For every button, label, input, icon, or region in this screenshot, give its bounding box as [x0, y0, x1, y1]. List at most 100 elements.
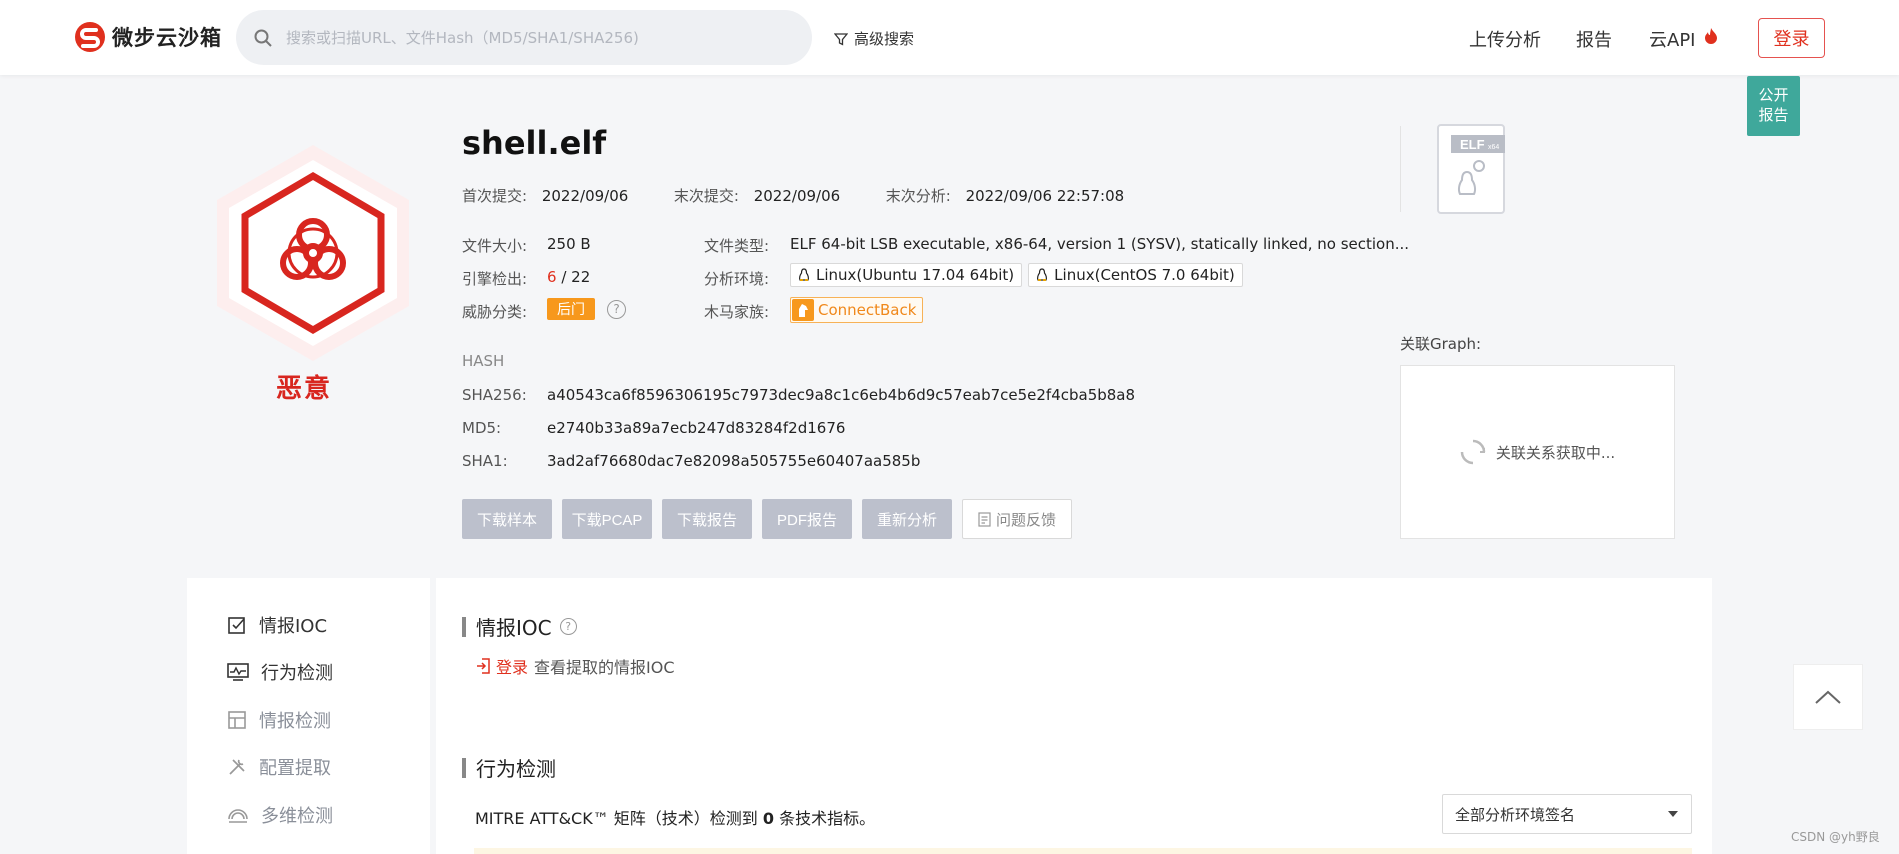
public-report-line2: 报告: [1758, 106, 1789, 124]
section-accent-bar: [462, 616, 466, 637]
public-report-line1: 公开: [1758, 86, 1789, 104]
sidebar-item-multidim[interactable]: 多维检测: [227, 802, 333, 828]
pdf-report-button[interactable]: PDF报告: [762, 499, 852, 539]
search-icon: [254, 29, 272, 47]
tools-icon: [229, 759, 245, 775]
mitre-count: 0: [762, 809, 775, 828]
layout-icon: [228, 711, 246, 729]
sidebar-item-intel[interactable]: 情报检测: [227, 707, 331, 733]
behavior-section-title-text: 行为检测: [476, 757, 556, 781]
section-sidebar: 情报IOC 行为检测 情报检测 配置提取 多维检测: [187, 578, 430, 854]
env-tag-centos[interactable]: Linux(CentOS 7.0 64bit): [1028, 263, 1243, 287]
filter-icon: [834, 32, 848, 46]
search-input[interactable]: [286, 28, 786, 47]
env-signature-select[interactable]: 全部分析环境签名: [1442, 794, 1692, 834]
download-sample-button[interactable]: 下载样本: [462, 499, 552, 539]
sidebar-item-multidim-label: 多维检测: [261, 806, 333, 827]
checklist-icon: [228, 617, 245, 634]
trojan-horse-icon: [792, 299, 814, 321]
file-size-label: 文件大小:: [462, 237, 528, 255]
graph-panel: 关联关系获取中...: [1400, 365, 1675, 539]
top-header: 微步云沙箱 高级搜索 上传分析 报告 云API 登录: [0, 0, 1899, 75]
last-analysis-label: 末次分析:: [885, 187, 951, 205]
submission-dates: 首次提交: 2022/09/06 末次提交: 2022/09/06 末次分析: …: [462, 185, 1124, 206]
mitre-prefix: MITRE ATT&CK™ 矩阵（技术）检测到: [475, 809, 758, 828]
threat-tag-backdoor[interactable]: 后门: [547, 298, 595, 320]
mitre-summary: MITRE ATT&CK™ 矩阵（技术）检测到 0 条技术指标。: [475, 805, 875, 829]
family-tag-label: ConnectBack: [818, 301, 917, 319]
login-icon: [477, 658, 490, 674]
help-icon[interactable]: ?: [607, 299, 626, 319]
ioc-section-title-text: 情报IOC: [476, 616, 552, 640]
help-icon[interactable]: ?: [559, 618, 577, 635]
env-select-value: 全部分析环境签名: [1455, 805, 1576, 824]
linux-penguin-icon: [799, 268, 809, 281]
sidebar-item-ioc[interactable]: 情报IOC: [227, 612, 327, 638]
mitre-suffix: 条技术指标。: [779, 809, 876, 828]
engine-total: / 22: [561, 268, 591, 286]
notice-strip: [474, 848, 1692, 854]
file-name: shell.elf: [462, 124, 607, 162]
env-tag-centos-label: Linux(CentOS 7.0 64bit): [1054, 266, 1235, 284]
graph-loading-text: 关联关系获取中...: [1495, 443, 1616, 462]
download-pcap-button[interactable]: 下载PCAP: [562, 499, 652, 539]
download-report-button[interactable]: 下载报告: [662, 499, 752, 539]
linux-penguin-icon: [1037, 268, 1048, 281]
sidebar-item-behavior-label: 行为检测: [261, 663, 333, 684]
back-to-top-button[interactable]: [1793, 664, 1863, 730]
family-tag-connectback[interactable]: ConnectBack: [790, 297, 924, 323]
malicious-hexagon-icon: [217, 145, 409, 361]
nav-upload-analysis[interactable]: 上传分析: [1469, 26, 1541, 52]
sha1-value[interactable]: 3ad2af76680dac7e82098a505755e60407aa585b: [547, 452, 920, 470]
file-type-label: 文件类型:: [704, 237, 770, 255]
sidebar-item-config[interactable]: 配置提取: [227, 754, 331, 780]
ioc-login-link[interactable]: 登录: [496, 654, 528, 678]
ioc-section-title: 情报IOC ?: [462, 612, 577, 641]
trojan-family-value: ConnectBack: [790, 297, 924, 323]
elf-badge-sub: x64: [1488, 144, 1499, 151]
last-submit-value: 2022/09/06: [753, 187, 841, 205]
brand-logo[interactable]: 微步云沙箱: [74, 20, 222, 54]
advanced-search-link[interactable]: 高级搜索: [834, 28, 914, 49]
hash-heading: HASH: [462, 352, 505, 370]
last-submit-label: 末次提交:: [673, 187, 739, 205]
monitor-icon: [227, 663, 249, 681]
reanalyze-button[interactable]: 重新分析: [862, 499, 952, 539]
section-accent-bar: [462, 757, 466, 778]
logo-icon: [75, 22, 105, 52]
sha256-value[interactable]: a40543ca6f8596306195c7973dec9a8c1c6eb4b6…: [547, 386, 1135, 404]
search-bar: [236, 10, 812, 65]
login-button[interactable]: 登录: [1758, 18, 1825, 58]
ioc-login-hint: 登录 查看提取的情报IOC: [476, 654, 675, 678]
hot-flame-icon: [1705, 28, 1717, 44]
public-report-badge[interactable]: 公开 报告: [1747, 76, 1800, 136]
sidebar-item-ioc-label: 情报IOC: [259, 616, 328, 637]
brand-name: 微步云沙箱: [112, 26, 222, 50]
nav-cloud-api[interactable]: 云API: [1649, 26, 1695, 52]
md5-value[interactable]: e2740b33a89a7ecb247d83284f2d1676: [547, 419, 845, 437]
file-size-value: 250 B: [547, 235, 591, 253]
nav-reports[interactable]: 报告: [1576, 26, 1612, 52]
sidebar-item-config-label: 配置提取: [259, 758, 331, 779]
sha1-label: SHA1:: [462, 452, 508, 470]
radar-icon: [228, 809, 248, 823]
env-tag-ubuntu[interactable]: Linux(Ubuntu 17.04 64bit): [790, 263, 1023, 287]
advanced-search-label: 高级搜索: [854, 30, 915, 48]
report-main-panel: 情报IOC ? 登录 查看提取的情报IOC 行为检测 MITRE ATT&CK™…: [436, 578, 1712, 854]
caret-down-icon: [1668, 811, 1678, 817]
verdict-label: 恶意: [276, 374, 333, 404]
sha256-label: SHA256:: [462, 386, 527, 404]
document-icon: [978, 511, 991, 527]
sidebar-item-behavior[interactable]: 行为检测: [227, 659, 333, 685]
engine-hits-value: 6 / 22: [547, 268, 590, 286]
threat-class-value: 后门 ?: [547, 298, 626, 320]
last-analysis-value: 2022/09/06 22:57:08: [965, 187, 1125, 205]
first-submit-value: 2022/09/06: [541, 187, 629, 205]
elf-file-icon: ELF x64: [1437, 124, 1505, 214]
watermark: CSDN @yh野良: [1791, 830, 1880, 844]
feedback-button[interactable]: 问题反馈: [962, 499, 1072, 539]
chevron-up-icon: [1815, 690, 1841, 704]
loading-spinner-icon: [1460, 439, 1486, 465]
analysis-env-list: Linux(Ubuntu 17.04 64bit) Linux(CentOS 7…: [790, 263, 1243, 287]
trojan-family-label: 木马家族:: [704, 303, 770, 321]
